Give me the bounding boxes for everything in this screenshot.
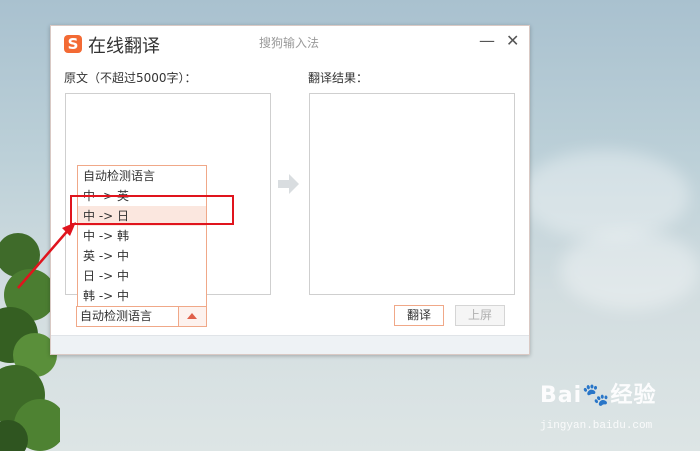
- caret-up-icon: [187, 313, 197, 319]
- language-dropdown-list: 自动检测语言 中 -> 英 中 -> 日 中 -> 韩 英 -> 中 日 -> …: [77, 165, 207, 307]
- commit-to-screen-button[interactable]: 上屏: [455, 305, 505, 326]
- baidu-watermark: Bai🐾经验: [540, 383, 657, 408]
- close-button[interactable]: ✕: [506, 31, 519, 50]
- result-textarea: [309, 93, 515, 295]
- sogou-logo-icon: S: [64, 35, 82, 53]
- window-title: 在线翻译: [88, 36, 160, 57]
- dropdown-item[interactable]: 英 -> 中: [78, 246, 206, 266]
- annotation-highlight-box: [70, 195, 234, 225]
- window-footer: [51, 335, 529, 354]
- translate-button[interactable]: 翻译: [394, 305, 444, 326]
- watermark-url: jingyan.baidu.com: [540, 420, 653, 432]
- arrow-right-icon: [278, 174, 299, 194]
- translate-window: S 在线翻译 搜狗输入法 — ✕ 原文（不超过5000字）： 翻译结果： 自动检…: [50, 25, 530, 355]
- source-label: 原文（不超过5000字）：: [64, 71, 197, 85]
- dropdown-item[interactable]: 中 -> 韩: [78, 226, 206, 246]
- window-subtitle: 搜狗输入法: [259, 36, 320, 50]
- minimize-button[interactable]: —: [479, 31, 495, 50]
- dropdown-item[interactable]: 自动检测语言: [78, 166, 206, 186]
- dropdown-item[interactable]: 韩 -> 中: [78, 286, 206, 306]
- result-label: 翻译结果：: [308, 71, 369, 85]
- dropdown-item[interactable]: 日 -> 中: [78, 266, 206, 286]
- dropdown-toggle-button[interactable]: [178, 307, 206, 326]
- language-select-value: 自动检测语言: [80, 309, 153, 323]
- cloud: [520, 150, 690, 240]
- cloud: [560, 230, 700, 310]
- language-select[interactable]: 自动检测语言: [76, 306, 207, 327]
